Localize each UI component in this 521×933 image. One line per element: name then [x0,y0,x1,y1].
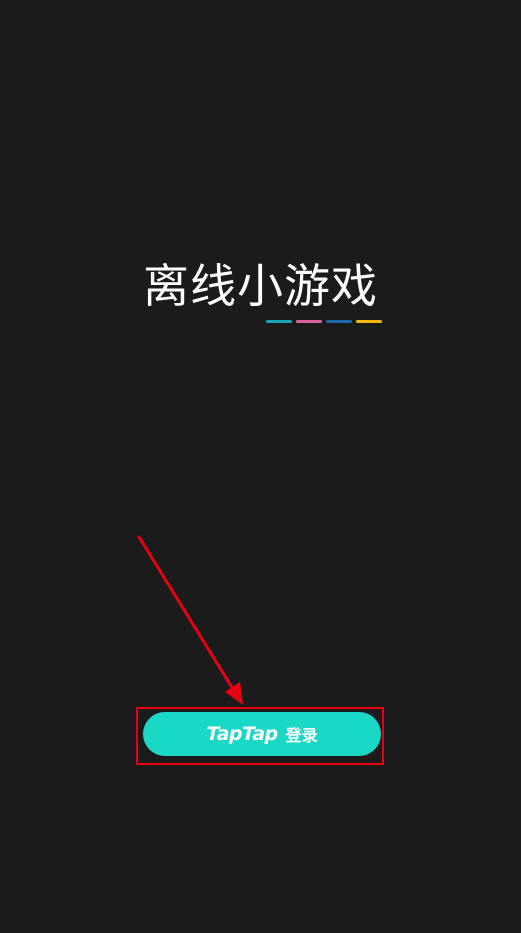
title-underline [266,320,382,324]
underline-stripe-pink [296,320,322,323]
underline-stripe-blue [326,320,352,323]
annotation-arrow-line [137,535,238,696]
underline-stripe-yellow [356,320,382,323]
underline-stripe-teal [266,320,292,323]
annotation-highlight-box [136,707,384,765]
annotation-arrow-head [225,682,243,705]
app-title: 离线小游戏 [143,259,378,313]
annotation-arrow-icon [137,535,243,705]
